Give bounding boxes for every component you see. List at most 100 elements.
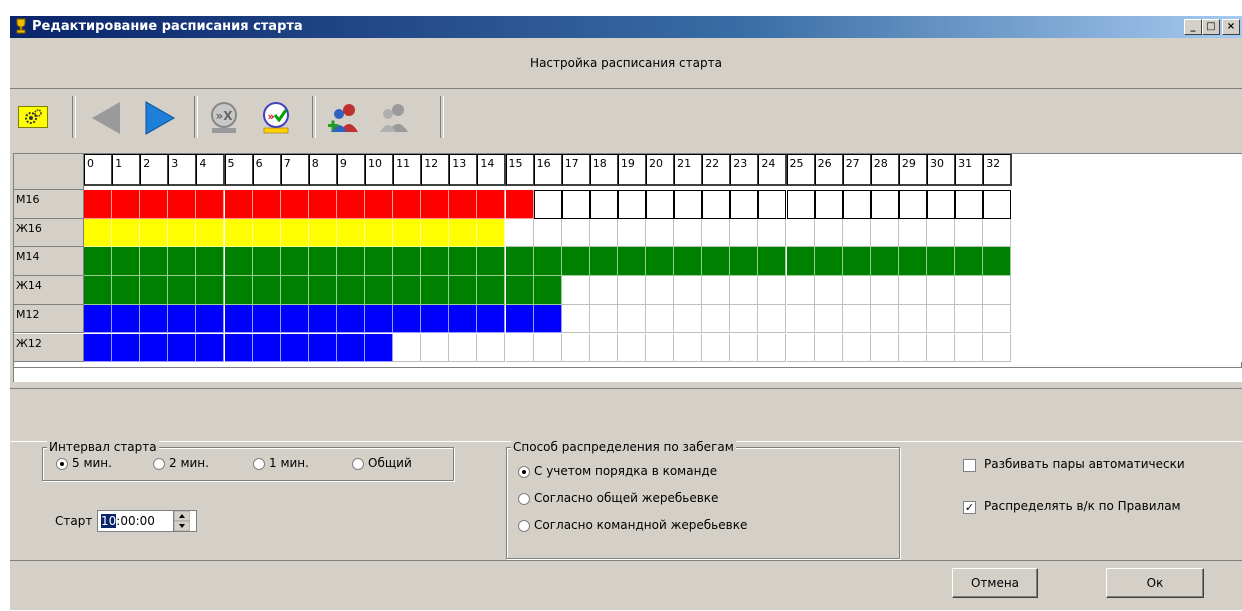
schedule-cell[interactable] [421, 190, 450, 219]
schedule-cell[interactable] [140, 304, 169, 334]
schedule-cell[interactable] [112, 276, 141, 305]
schedule-cell[interactable] [477, 218, 506, 248]
interval-5min-radio[interactable] [56, 458, 68, 470]
schedule-cell[interactable] [561, 333, 590, 363]
schedule-cell[interactable] [280, 276, 309, 305]
row-header[interactable]: Ж16 [14, 218, 84, 248]
schedule-cell[interactable] [421, 333, 450, 363]
schedule-cell[interactable] [561, 276, 590, 305]
ok-button[interactable]: Ок [1106, 568, 1204, 598]
schedule-cell[interactable] [786, 247, 815, 277]
schedule-cell[interactable] [84, 190, 113, 219]
schedule-cell[interactable] [758, 304, 787, 334]
schedule-cell[interactable] [646, 247, 675, 277]
schedule-cell[interactable] [280, 304, 309, 334]
schedule-cell[interactable] [955, 333, 984, 363]
settings-button[interactable] [18, 106, 48, 128]
column-header[interactable]: 3 [168, 154, 198, 186]
schedule-cell[interactable] [730, 190, 759, 219]
schedule-cell[interactable] [814, 276, 843, 305]
schedule-cell[interactable] [168, 276, 197, 305]
schedule-cell[interactable] [140, 190, 169, 219]
schedule-cell[interactable] [365, 218, 394, 248]
distribute-vk-checkbox[interactable]: ✓ [963, 501, 976, 514]
schedule-cell[interactable] [955, 247, 984, 277]
column-header[interactable]: 15 [505, 154, 535, 186]
column-header[interactable]: 8 [308, 154, 338, 186]
schedule-cell[interactable] [842, 190, 871, 219]
schedule-cell[interactable] [533, 247, 562, 277]
schedule-cell[interactable] [814, 190, 843, 219]
schedule-cell[interactable] [533, 333, 562, 363]
minimize-button[interactable]: _ [1184, 19, 1202, 35]
cancel-button[interactable]: Отмена [952, 568, 1038, 598]
row-header[interactable]: М14 [14, 247, 84, 277]
schedule-cell[interactable] [168, 333, 197, 363]
row-header[interactable]: Ж12 [14, 333, 84, 363]
schedule-cell[interactable] [477, 190, 506, 219]
schedule-cell[interactable] [983, 190, 1012, 219]
schedule-cell[interactable] [870, 276, 899, 305]
row-header[interactable]: Ж14 [14, 276, 84, 305]
schedule-cell[interactable] [336, 247, 365, 277]
schedule-cell[interactable] [336, 218, 365, 248]
schedule-cell[interactable] [617, 333, 646, 363]
schedule-cell[interactable] [533, 218, 562, 248]
schedule-cell[interactable] [196, 247, 225, 277]
schedule-cell[interactable] [758, 218, 787, 248]
schedule-cell[interactable] [224, 218, 253, 248]
schedule-cell[interactable] [365, 247, 394, 277]
schedule-cell[interactable] [505, 304, 534, 334]
column-header[interactable]: 25 [786, 154, 816, 186]
schedule-cell[interactable] [112, 190, 141, 219]
split-pairs-checkbox[interactable] [963, 459, 976, 472]
start-time-spinner[interactable] [173, 510, 191, 532]
schedule-cell[interactable] [842, 333, 871, 363]
column-header[interactable]: 2 [140, 154, 170, 186]
schedule-cell[interactable] [505, 333, 534, 363]
schedule-cell[interactable] [112, 218, 141, 248]
schedule-cell[interactable] [280, 218, 309, 248]
schedule-cell[interactable] [449, 333, 478, 363]
schedule-cell[interactable] [505, 276, 534, 305]
schedule-cell[interactable] [617, 218, 646, 248]
schedule-cell[interactable] [786, 218, 815, 248]
schedule-cell[interactable] [280, 333, 309, 363]
schedule-cell[interactable] [758, 276, 787, 305]
schedule-cell[interactable] [898, 333, 927, 363]
schedule-cell[interactable] [927, 247, 956, 277]
schedule-cell[interactable] [252, 247, 281, 277]
column-header[interactable]: 11 [393, 154, 423, 186]
add-people-icon[interactable] [326, 100, 362, 136]
unlink-icon[interactable]: »X [206, 100, 242, 136]
schedule-cell[interactable] [674, 190, 703, 219]
column-header[interactable]: 23 [730, 154, 760, 186]
schedule-cell[interactable] [449, 276, 478, 305]
schedule-cell[interactable] [449, 304, 478, 334]
schedule-cell[interactable] [589, 218, 618, 248]
column-header[interactable]: 20 [646, 154, 676, 186]
row-header[interactable]: М16 [14, 190, 84, 219]
schedule-cell[interactable] [252, 190, 281, 219]
schedule-cell[interactable] [814, 333, 843, 363]
schedule-cell[interactable] [477, 304, 506, 334]
schedule-cell[interactable] [421, 247, 450, 277]
schedule-cell[interactable] [196, 276, 225, 305]
interval-2min-radio[interactable] [153, 458, 165, 470]
schedule-cell[interactable] [224, 333, 253, 363]
schedule-cell[interactable] [674, 333, 703, 363]
schedule-cell[interactable] [252, 333, 281, 363]
schedule-cell[interactable] [84, 304, 113, 334]
schedule-cell[interactable] [674, 218, 703, 248]
schedule-cell[interactable] [393, 190, 422, 219]
column-header[interactable]: 1 [112, 154, 142, 186]
schedule-cell[interactable] [983, 304, 1012, 334]
schedule-cell[interactable] [168, 304, 197, 334]
schedule-cell[interactable] [955, 276, 984, 305]
schedule-cell[interactable] [112, 333, 141, 363]
schedule-cell[interactable] [365, 276, 394, 305]
schedule-cell[interactable] [449, 190, 478, 219]
schedule-cell[interactable] [898, 218, 927, 248]
schedule-cell[interactable] [786, 276, 815, 305]
schedule-cell[interactable] [505, 247, 534, 277]
